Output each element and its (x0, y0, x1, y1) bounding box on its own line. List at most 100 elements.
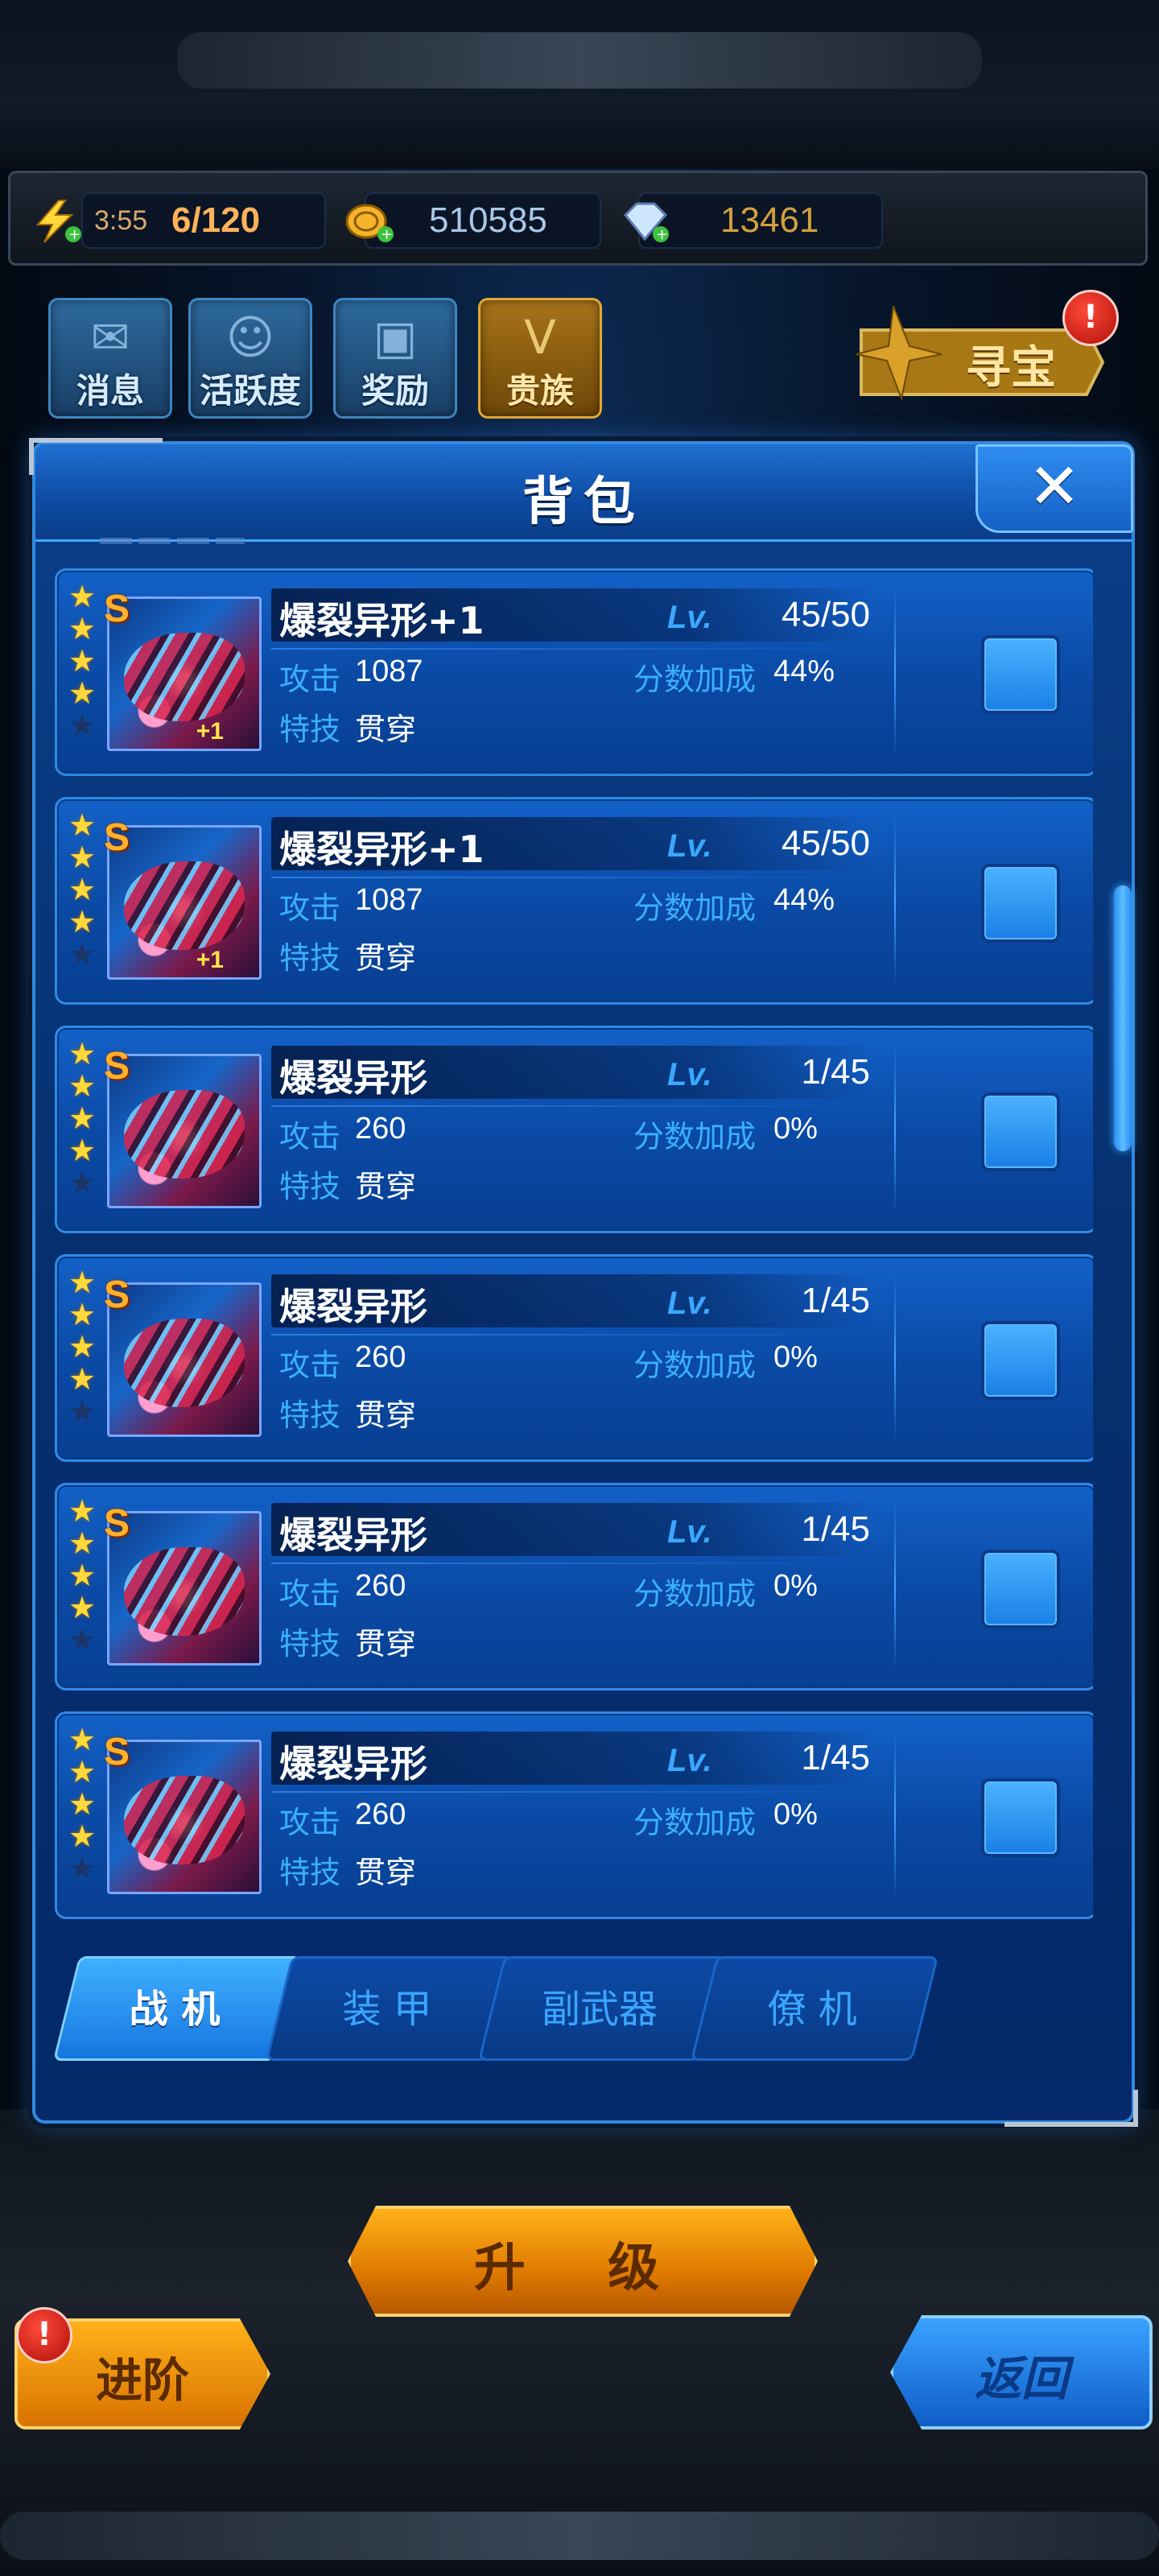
grade-badge: S (104, 588, 130, 630)
noble-v-icon: V (524, 310, 556, 365)
row-divider (271, 1105, 872, 1107)
attack-value: 260 (355, 1340, 406, 1374)
skill-label: 特技 (279, 1626, 341, 1662)
select-checkbox[interactable] (981, 1321, 1060, 1400)
star-icon: ★ (68, 872, 97, 907)
select-checkbox[interactable] (981, 1092, 1060, 1171)
star-icon: ★ (68, 579, 97, 614)
star-icon: ★ (68, 1068, 97, 1104)
level-label: Lv. (667, 1057, 712, 1092)
star-icon: ★ (68, 1493, 97, 1529)
level-value: 45/50 (781, 824, 870, 863)
skill-label: 特技 (279, 712, 341, 747)
background-pipe (0, 2512, 1159, 2560)
star-icon: ★ (68, 1036, 97, 1071)
skill-value: 贯穿 (355, 1626, 417, 1662)
back-button[interactable]: 返回 (890, 2315, 1153, 2429)
gold-coin-icon: + (345, 204, 394, 243)
star-icon: ★ (68, 1754, 97, 1790)
grade-badge: S (104, 1502, 130, 1545)
scrollbar-thumb[interactable] (1114, 886, 1132, 1151)
star-icon: ★ (68, 675, 97, 711)
svg-text:+: + (68, 226, 80, 243)
attack-label: 攻击 (279, 1576, 341, 1612)
skill-value: 贯穿 (355, 1397, 417, 1433)
star-rating: ★ ★ ★ ★ ★ (68, 1266, 101, 1427)
list-item[interactable]: ★ ★ ★ ★ ★ S 爆裂异形 Lv. 1/45 攻击 260 分数加成 0% 特技 … (55, 1254, 1093, 1462)
score-bonus-value: 44% (773, 883, 835, 917)
noble-label: 贵族 (505, 371, 574, 411)
grade-badge: S (104, 1045, 130, 1088)
aircraft-image (124, 1090, 245, 1179)
row-divider (271, 877, 872, 878)
close-button[interactable]: ✕ (975, 444, 1133, 533)
star-empty-icon: ★ (68, 1393, 97, 1429)
star-rating: ★ ★ ★ ★ ★ (68, 1495, 101, 1656)
select-checkbox[interactable] (981, 864, 1060, 943)
skill-label: 特技 (279, 1397, 341, 1433)
star-icon: ★ (68, 611, 97, 646)
list-item[interactable]: ★ ★ ★ ★ ★ +1 S 爆裂异形+1 Lv. 45/50 攻击 1087 分数加成… (55, 797, 1093, 1005)
rewards-button[interactable]: ▣ 奖励 (333, 298, 457, 419)
skill-value: 贯穿 (355, 940, 417, 976)
score-bonus-label: 分数加成 (633, 1576, 757, 1612)
star-empty-icon: ★ (68, 708, 97, 743)
treasure-button[interactable]: 寻宝 ! (845, 290, 1119, 402)
star-icon: ★ (68, 1590, 97, 1625)
list-item[interactable]: ★ ★ ★ ★ ★ S 爆裂异形 Lv. 1/45 攻击 260 分数加成 0% 特技 … (55, 1483, 1093, 1690)
attack-label: 攻击 (279, 1805, 341, 1840)
skill-value: 贯穿 (355, 1169, 417, 1204)
star-rating: ★ ★ ★ ★ ★ (68, 1724, 101, 1885)
score-bonus-label: 分数加成 (633, 1805, 757, 1840)
star-rating: ★ ★ ★ ★ ★ (68, 1038, 101, 1199)
select-checkbox[interactable] (981, 635, 1060, 714)
attack-value: 1087 (355, 654, 423, 688)
star-icon: ★ (68, 1100, 97, 1136)
item-list[interactable]: ★ ★ ★ ★ ★ +1 S 爆裂异形+1 Lv. 45/50 攻击 1087 分数加成… (55, 549, 1093, 1982)
activity-label: 活跃度 (199, 371, 301, 411)
activity-button[interactable]: ☺ 活跃度 (188, 298, 312, 419)
category-tabs: 战 机 装 甲 副武器 僚 机 (50, 1956, 1112, 2061)
select-checkbox[interactable] (981, 1550, 1060, 1629)
background-pipe (177, 32, 982, 89)
list-item[interactable]: ★ ★ ★ ★ ★ S 爆裂异形 Lv. 1/45 攻击 260 分数加成 0% 特技 … (55, 1026, 1093, 1233)
star-icon: ★ (68, 643, 97, 679)
modal-corner-ornament (1004, 2090, 1138, 2127)
gem-value: 13461 (720, 200, 819, 240)
list-item[interactable]: ★ ★ ★ ★ ★ +1 S 爆裂异形+1 Lv. 45/50 攻击 1087 分数加成… (55, 568, 1093, 776)
row-divider (271, 1791, 872, 1793)
score-bonus-value: 44% (773, 654, 835, 688)
skill-value: 贯穿 (355, 712, 417, 747)
aircraft-image (124, 1319, 245, 1407)
messages-button[interactable]: ✉ 消息 (48, 298, 172, 419)
level-label: Lv. (667, 600, 712, 635)
noble-button[interactable]: V 贵族 (478, 298, 602, 419)
star-icon: ★ (68, 1722, 97, 1757)
messages-label: 消息 (76, 371, 144, 411)
energy-timer: 3:55 (94, 205, 148, 236)
score-bonus-label: 分数加成 (633, 890, 757, 926)
level-value: 1/45 (801, 1509, 870, 1549)
level-label: Lv. (667, 1286, 712, 1321)
select-checkbox[interactable] (981, 1778, 1060, 1857)
svg-text:+: + (656, 226, 668, 243)
treasure-alert-badge: ! (1062, 290, 1119, 346)
aircraft-image (124, 1776, 245, 1864)
resource-bar: + 3:55 6/120 + 510585 + 13461 (8, 171, 1148, 266)
scrollbar[interactable] (1114, 886, 1132, 1465)
attack-value: 260 (355, 1798, 406, 1831)
level-label: Lv. (667, 1743, 712, 1778)
energy-counter: + 3:55 6/120 (35, 192, 326, 249)
upgrade-button[interactable]: 升 级 (348, 2206, 818, 2317)
star-empty-icon: ★ (68, 1165, 97, 1200)
list-item[interactable]: ★ ★ ★ ★ ★ S 爆裂异形 Lv. 1/45 攻击 260 分数加成 0% 特技 … (55, 1711, 1093, 1919)
upgrade-label: 升 级 (473, 2239, 692, 2298)
star-rating: ★ ★ ★ ★ ★ (68, 580, 101, 741)
card-divider (894, 587, 896, 756)
gift-icon: ▣ (373, 310, 418, 365)
score-bonus-label: 分数加成 (633, 1119, 757, 1154)
card-divider (894, 1044, 896, 1213)
rewards-label: 奖励 (361, 371, 429, 411)
attack-label: 攻击 (279, 890, 341, 926)
aircraft-image (124, 1547, 245, 1636)
